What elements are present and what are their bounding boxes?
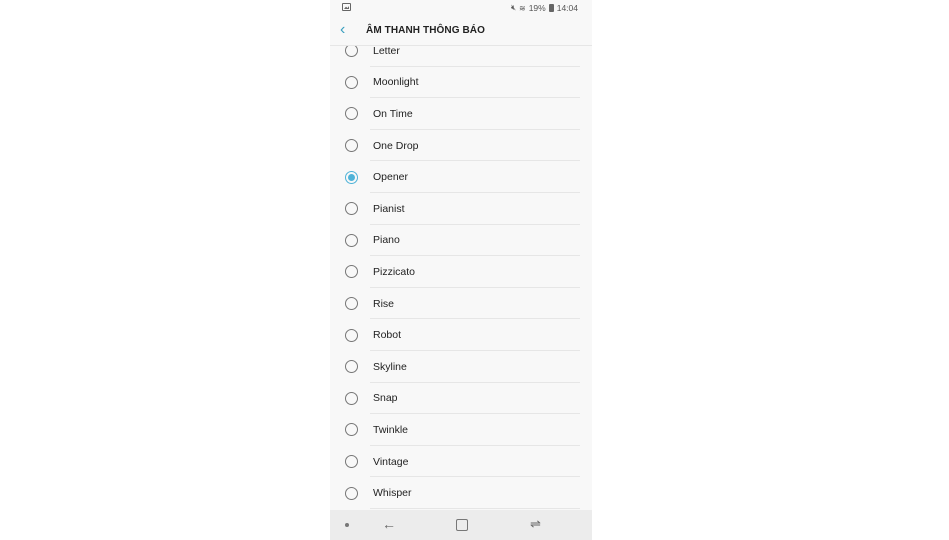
sound-option[interactable]: Twinkle: [330, 414, 592, 446]
radio-unchecked-icon[interactable]: [345, 46, 358, 58]
radio-unchecked-icon[interactable]: [345, 297, 358, 311]
sound-option[interactable]: On Time: [330, 98, 592, 130]
sound-option[interactable]: Vintage: [330, 446, 592, 478]
page-title: ÂM THANH THÔNG BÁO: [366, 25, 486, 36]
sound-option[interactable]: One Drop: [330, 130, 592, 162]
radio-unchecked-icon[interactable]: [345, 423, 358, 437]
sound-option[interactable]: Skyline: [330, 351, 592, 383]
sound-option-label: Snap: [373, 392, 398, 405]
divider: [370, 507, 580, 509]
nav-back-icon[interactable]: ←: [382, 516, 396, 532]
nav-dot-icon[interactable]: [345, 523, 349, 527]
wifi-icon: ≋: [519, 3, 526, 13]
chevron-left-icon[interactable]: ‹: [340, 21, 345, 39]
radio-unchecked-icon[interactable]: [345, 233, 358, 247]
radio-unchecked-icon[interactable]: [345, 265, 358, 279]
home-square-icon[interactable]: [456, 519, 468, 531]
sound-option[interactable]: Pizzicato: [330, 256, 592, 288]
radio-unchecked-icon[interactable]: [345, 75, 358, 89]
sound-option-label: Rise: [373, 297, 395, 310]
sound-option-label: Pianist: [373, 202, 405, 215]
sound-option-label: Piano: [373, 234, 400, 247]
sound-option-label: Skyline: [373, 360, 407, 373]
recent-apps-icon[interactable]: ⇌: [530, 516, 541, 532]
sound-option[interactable]: Opener: [330, 161, 592, 193]
sound-option[interactable]: Rise: [330, 288, 592, 320]
radio-unchecked-icon[interactable]: [345, 202, 358, 216]
sound-option-label: On Time: [373, 107, 413, 120]
sound-option[interactable]: Letter: [330, 46, 592, 67]
radio-unchecked-icon[interactable]: [345, 391, 358, 405]
sound-option-label: Twinkle: [373, 423, 409, 436]
radio-unchecked-icon[interactable]: [345, 139, 358, 153]
radio-unchecked-icon[interactable]: [345, 328, 358, 342]
radio-unchecked-icon[interactable]: [345, 455, 358, 469]
clock: 14:04: [556, 3, 578, 13]
sound-option-label: Pizzicato: [373, 265, 416, 278]
phone-screen: 🔇︎ ≋ 19% 14:04 ‹ ÂM THANH THÔNG BÁO Lett…: [330, 0, 592, 540]
sound-option-label: One Drop: [373, 139, 419, 152]
sound-option-label: Letter: [373, 46, 400, 57]
radio-unchecked-icon[interactable]: [345, 107, 358, 121]
sound-option[interactable]: Snap: [330, 383, 592, 415]
sound-list[interactable]: Letter Moonlight On Time One Drop Opener Pian…: [330, 46, 592, 510]
radio-unchecked-icon[interactable]: [345, 360, 358, 374]
sound-option[interactable]: Moonlight: [330, 67, 592, 99]
sound-option[interactable]: Whisper: [330, 477, 592, 509]
mute-icon: 🔇︎: [510, 3, 516, 12]
sound-option-label: Opener: [373, 171, 409, 184]
sound-option-label: Whisper: [373, 487, 412, 500]
app-header: ‹ ÂM THANH THÔNG BÁO: [330, 17, 592, 46]
radio-unchecked-icon[interactable]: [345, 486, 358, 500]
battery-icon: [548, 4, 554, 12]
sound-option[interactable]: Robot: [330, 319, 592, 351]
radio-checked-icon[interactable]: [345, 170, 358, 184]
sound-option[interactable]: Piano: [330, 225, 592, 257]
navigation-bar: ← ⇌: [330, 510, 592, 540]
sound-option-label: Moonlight: [373, 76, 419, 89]
sound-option-label: Vintage: [373, 455, 409, 468]
battery-percent: 19%: [528, 3, 546, 13]
sound-option-label: Robot: [373, 329, 402, 342]
image-icon: [342, 3, 351, 11]
status-bar: 🔇︎ ≋ 19% 14:04: [330, 0, 592, 17]
sound-option[interactable]: Pianist: [330, 193, 592, 225]
